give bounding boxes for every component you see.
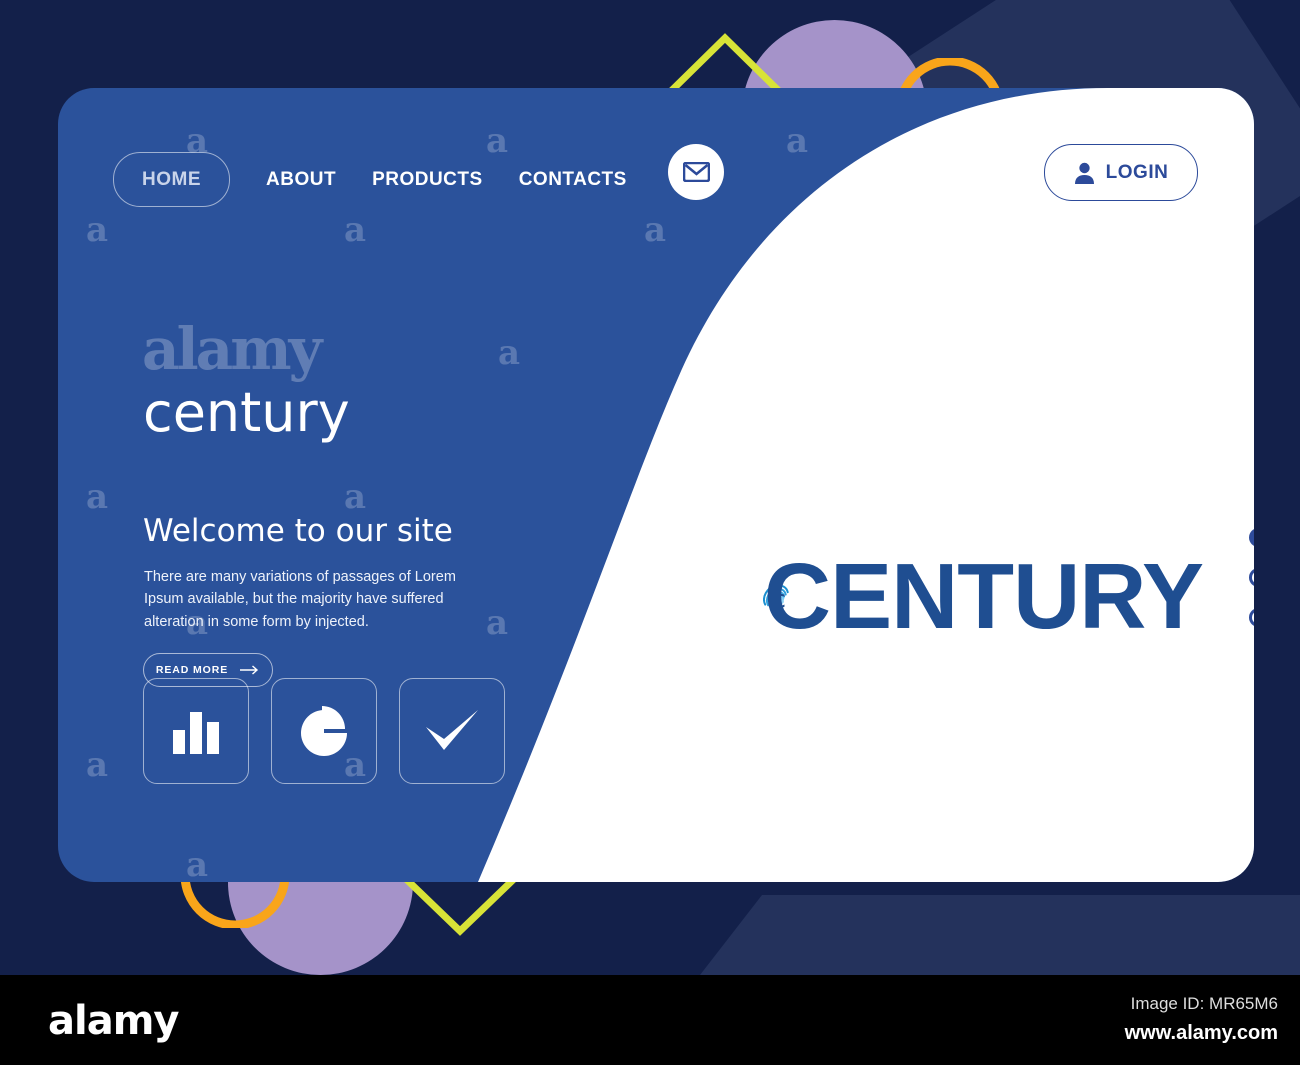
mail-button[interactable] bbox=[668, 144, 724, 200]
carousel-dot-3[interactable] bbox=[1249, 608, 1254, 627]
brand-wordmark: century bbox=[143, 381, 350, 444]
login-button[interactable]: LOGIN bbox=[1044, 144, 1198, 201]
hero-card: a a a a a a a a a alamy a a a a a a a a … bbox=[58, 88, 1254, 882]
nav-item-contacts[interactable]: CONTACTS bbox=[519, 169, 627, 191]
carousel-dot-1[interactable] bbox=[1249, 528, 1254, 547]
nav-item-label: HOME bbox=[142, 168, 201, 190]
deco-chevron-bottom bbox=[402, 875, 518, 936]
nav-item-products[interactable]: PRODUCTS bbox=[372, 169, 483, 191]
feature-tile-bar-chart[interactable] bbox=[143, 678, 249, 784]
hero-paragraph: There are many variations of passages of… bbox=[144, 569, 456, 630]
login-label: LOGIN bbox=[1105, 161, 1169, 183]
screenshot-root: a a a a a a a a a alamy a a a a a a a a … bbox=[0, 0, 1300, 1065]
bar-chart-icon bbox=[173, 712, 219, 754]
arrow-right-icon bbox=[240, 665, 259, 675]
image-id-label: Image ID: MR65M6 bbox=[1130, 994, 1278, 1013]
alamy-wordmark: alamy bbox=[48, 998, 179, 1044]
user-icon bbox=[1074, 162, 1094, 184]
read-more-label: READ MORE bbox=[155, 664, 229, 676]
carousel-dots bbox=[1249, 528, 1254, 627]
feature-tile-check[interactable] bbox=[399, 678, 505, 784]
envelope-icon bbox=[682, 162, 710, 182]
nav-item-about[interactable]: ABOUT bbox=[266, 169, 336, 191]
carousel-dot-2[interactable] bbox=[1249, 568, 1254, 587]
feature-tile-pie-chart[interactable] bbox=[271, 678, 377, 784]
feature-tiles bbox=[143, 678, 505, 784]
nav-item-home[interactable]: HOME bbox=[113, 152, 230, 207]
logo-wordmark: CENTURY bbox=[763, 543, 1204, 648]
century-logo: CENTURY bbox=[763, 531, 1204, 661]
stock-footer bbox=[0, 975, 1300, 1065]
pie-chart-icon bbox=[301, 706, 347, 756]
hero-heading: Welcome to our site bbox=[143, 513, 453, 549]
main-navigation: HOME ABOUT PRODUCTS CONTACTS bbox=[113, 152, 627, 207]
backdrop-diagonal-bottom-right bbox=[700, 895, 1300, 975]
alamy-url[interactable]: www.alamy.com bbox=[1125, 1022, 1278, 1045]
check-mark-icon bbox=[426, 710, 478, 750]
